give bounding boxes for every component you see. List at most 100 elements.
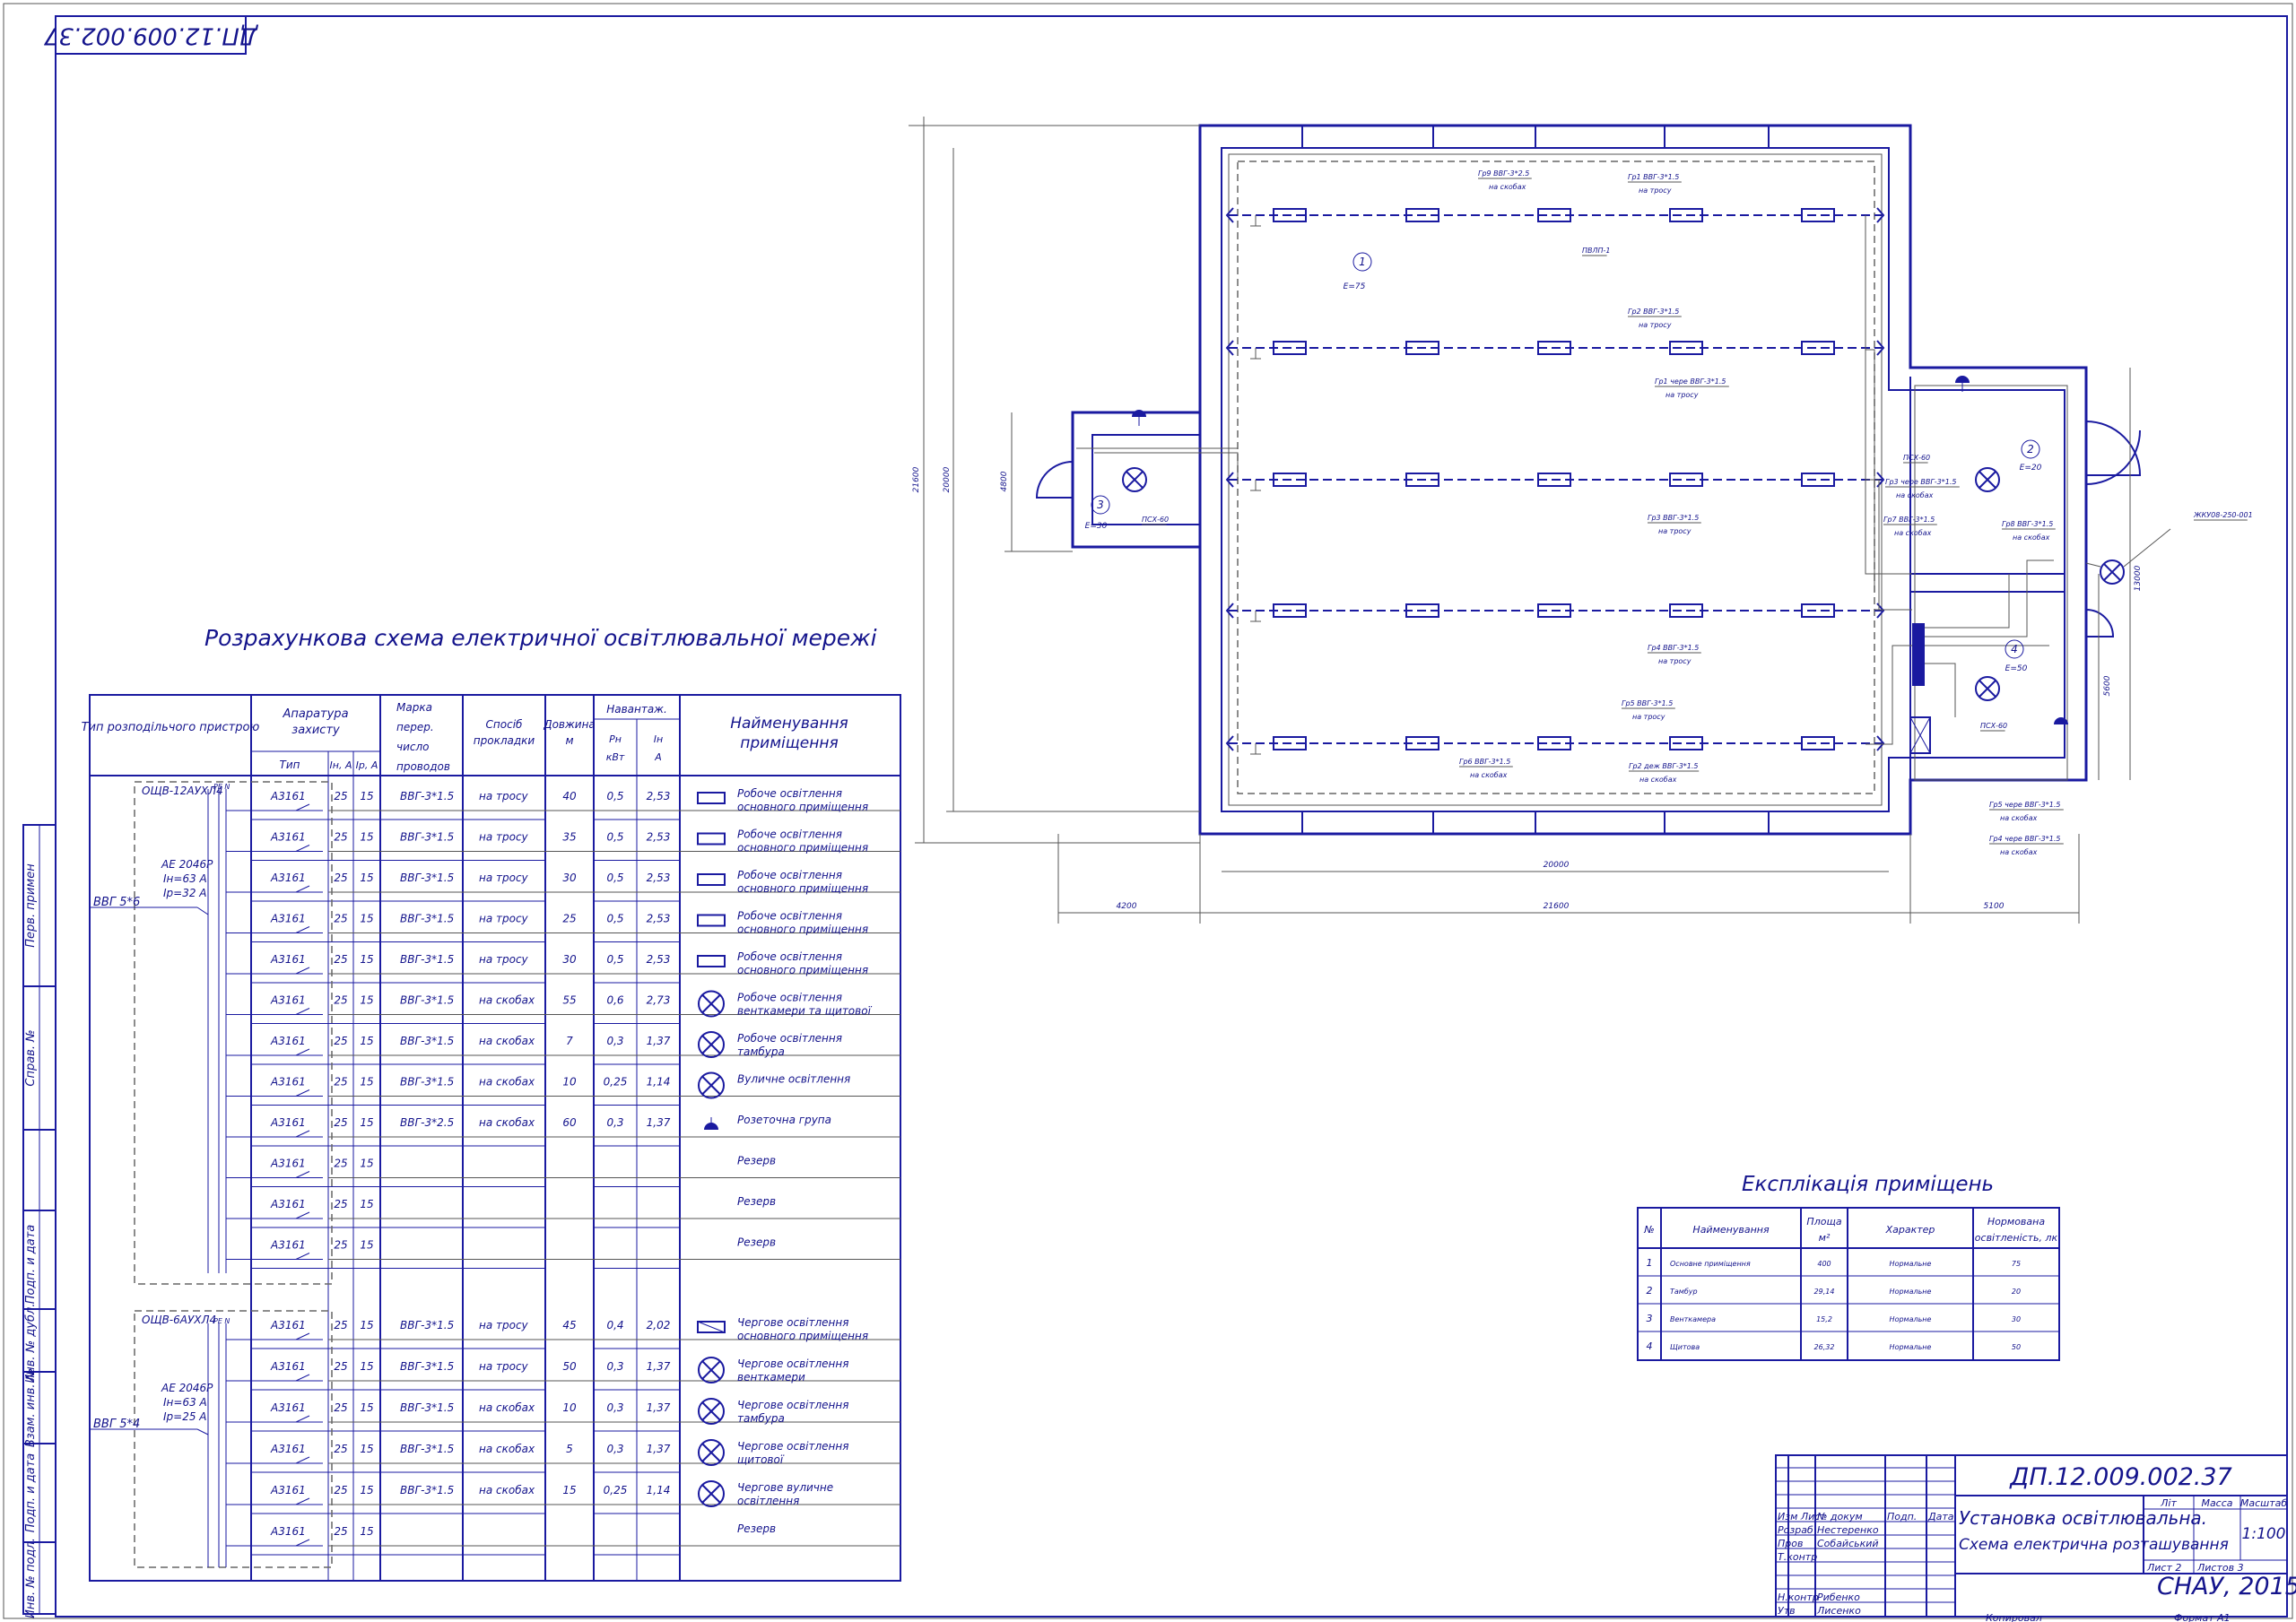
svg-text:Гр7 ВВГ-3*1.5: Гр7 ВВГ-3*1.5: [1883, 516, 1935, 524]
title-block: ДП.12.009.002.37 Установка освітлювальна…: [1775, 1454, 2296, 1622]
cell-breaker-in: 25: [334, 831, 347, 844]
cell-breaker-type: А3161: [270, 1401, 306, 1414]
cell-room-name-2: основного приміщення: [737, 882, 868, 895]
cell-length: 25: [562, 913, 576, 925]
cell-room-name-2: тамбура: [737, 1412, 785, 1425]
tb-data: Дата: [1927, 1511, 1954, 1522]
cell-breaker-in: 25: [334, 1484, 347, 1496]
cell-length: 7: [566, 1035, 573, 1047]
svg-text:Гр4 ВВГ-3*1.5: Гр4 ВВГ-3*1.5: [1648, 644, 1699, 652]
tb-masshtab: Масштаб: [2240, 1497, 2287, 1509]
svg-text:3: 3: [1647, 1313, 1653, 1324]
cell-length: 55: [562, 994, 576, 1007]
cell-breaker-ir: 15: [360, 953, 373, 966]
expl-h-no: №: [1643, 1224, 1654, 1236]
cell-current: 2,53: [647, 913, 671, 925]
cell-breaker-in: 25: [334, 1116, 347, 1129]
cell-cable-marka: ВВГ-3*1.5: [400, 1319, 454, 1331]
drawing-sheet: ДП.12.009.002.37 Перв. примен Справ. № П…: [0, 0, 2296, 1622]
scheme-title: Розрахункова схема електричної освітлюва…: [204, 625, 877, 651]
cell-breaker-ir: 15: [360, 1158, 373, 1170]
expl-row: 1 Основне приміщення 400 Нормальне 75: [1647, 1257, 2022, 1269]
svg-text:2: 2: [1647, 1285, 1653, 1297]
cable-annotation: Гр1 ВВГ-3*1.5 на тросу: [1628, 173, 1682, 195]
cell-length: 30: [562, 872, 577, 884]
cell-room-name: Робоче освітлення: [737, 910, 842, 923]
tb-lit: Літ: [2160, 1497, 2177, 1509]
hdr-dovzhyna-2: м: [565, 734, 573, 747]
svg-text:Основне приміщення: Основне приміщення: [1670, 1260, 1751, 1268]
expl-row: 2 Тамбур 29,14 Нормальне 20: [1647, 1285, 2022, 1297]
cell-room-name-2: венткамери та щитової: [737, 1005, 873, 1018]
tb-tkontr: Т.контр: [1778, 1551, 1817, 1563]
cell-cable-marka: ВВГ-3*1.5: [400, 1076, 454, 1089]
svg-text:75: 75: [2012, 1260, 2021, 1268]
svg-text:Нормальне: Нормальне: [1890, 1288, 1932, 1296]
cell-breaker-ir: 15: [360, 1198, 373, 1210]
svg-text:Гр2 деж ВВГ-3*1.5: Гр2 деж ВВГ-3*1.5: [1629, 762, 1699, 770]
cable-annotation: Гр5 ВВГ-3*1.5 на тросу: [1622, 699, 1675, 721]
stamp-podp-data-1: Подп. и дата: [24, 1225, 38, 1305]
panel1-ip: Iр=32 А: [163, 887, 207, 899]
panel1-name: ОЩВ-12АУХЛ4: [142, 785, 223, 797]
cell-breaker-ir: 15: [360, 790, 373, 802]
hdr-tip: Тип: [280, 759, 300, 771]
svg-text:20: 20: [2012, 1288, 2021, 1296]
cell-breaker-type: А3161: [270, 1360, 306, 1373]
panel1-ae: АЕ 2046Р: [161, 858, 213, 871]
dim-5600: 5600: [2103, 675, 2112, 696]
cell-room-name-2: основного приміщення: [737, 1330, 868, 1342]
tb-kopiroval: Копировал: [1986, 1612, 2042, 1622]
cell-room-name: Резерв: [737, 1522, 776, 1535]
calc-table: Тип розподільчого пристрою Апаратура зах…: [82, 694, 901, 1582]
cell-breaker-type: А3161: [270, 1319, 306, 1331]
cell-power: 0,6: [606, 994, 623, 1007]
cell-breaker-type: А3161: [270, 1525, 306, 1538]
cable-annotation: ЖКУ08-250-001: [2193, 511, 2253, 521]
cell-room-name: Робоче освітлення: [737, 950, 842, 963]
room-marker-3: 3: [1097, 499, 1104, 511]
incandescent-lamp-icon: [698, 1480, 725, 1507]
fluorescent-lamp-icon: [697, 873, 726, 886]
incandescent-lamp-icon: [698, 990, 725, 1018]
svg-text:на тросу: на тросу: [1658, 527, 1692, 535]
cell-breaker-ir: 15: [360, 1525, 373, 1538]
cell-breaker-type: А3161: [270, 1239, 306, 1252]
room-marker-4: 4: [2011, 643, 2018, 655]
cell-room-name-2: основного приміщення: [737, 964, 868, 976]
cell-breaker-in: 25: [334, 1360, 347, 1373]
cell-current: 1,37: [647, 1360, 671, 1373]
cell-room-name-2: щитової: [737, 1453, 785, 1466]
incandescent-lamp-icon: [698, 1357, 725, 1383]
incandescent-lamp-icon: [1122, 467, 1147, 492]
cell-breaker-type: А3161: [270, 790, 306, 802]
cell-current: 2,53: [647, 953, 671, 966]
cell-breaker-ir: 15: [360, 1035, 373, 1047]
fluorescent-lamp-icon: [697, 955, 726, 967]
svg-text:15,2: 15,2: [1816, 1315, 1832, 1323]
svg-text:29,14: 29,14: [1814, 1288, 1835, 1296]
cell-room-name-2: венткамери: [737, 1371, 805, 1383]
expl-h-name: Найменування: [1692, 1224, 1770, 1236]
incandescent-lamp-icon: [1975, 676, 2000, 701]
cell-laying: на скобах: [479, 1401, 535, 1414]
stamp-podp-data-2: Подп. и дата: [24, 1453, 38, 1533]
room-e-1: Е=75: [1344, 282, 1366, 291]
tb-utv: Утв: [1778, 1605, 1796, 1617]
cell-breaker-type: А3161: [270, 1484, 306, 1496]
expl-h-area-1: Площа: [1806, 1216, 1841, 1227]
incandescent-lamp-icon: [1975, 467, 2000, 492]
fluorescent-lamp-icon: [697, 832, 726, 846]
stamp-perv-primen: Перв. примен: [24, 863, 38, 948]
svg-text:на скобах: на скобах: [1639, 776, 1677, 784]
incandescent-lamp-icon: [698, 1071, 725, 1099]
svg-text:ПСХ-60: ПСХ-60: [1980, 722, 2007, 730]
cell-laying: на скобах: [479, 994, 535, 1007]
tb-title-1: Установка освітлювальна.: [1959, 1507, 2207, 1529]
tb-name-3: Рибенко: [1817, 1592, 1860, 1603]
dim-20000v: 20000: [943, 466, 952, 492]
cell-breaker-ir: 15: [360, 994, 373, 1007]
cell-power: 0,3: [606, 1401, 623, 1414]
cell-room-name: Резерв: [737, 1155, 776, 1167]
incandescent-lamp-icon: [698, 1398, 725, 1425]
